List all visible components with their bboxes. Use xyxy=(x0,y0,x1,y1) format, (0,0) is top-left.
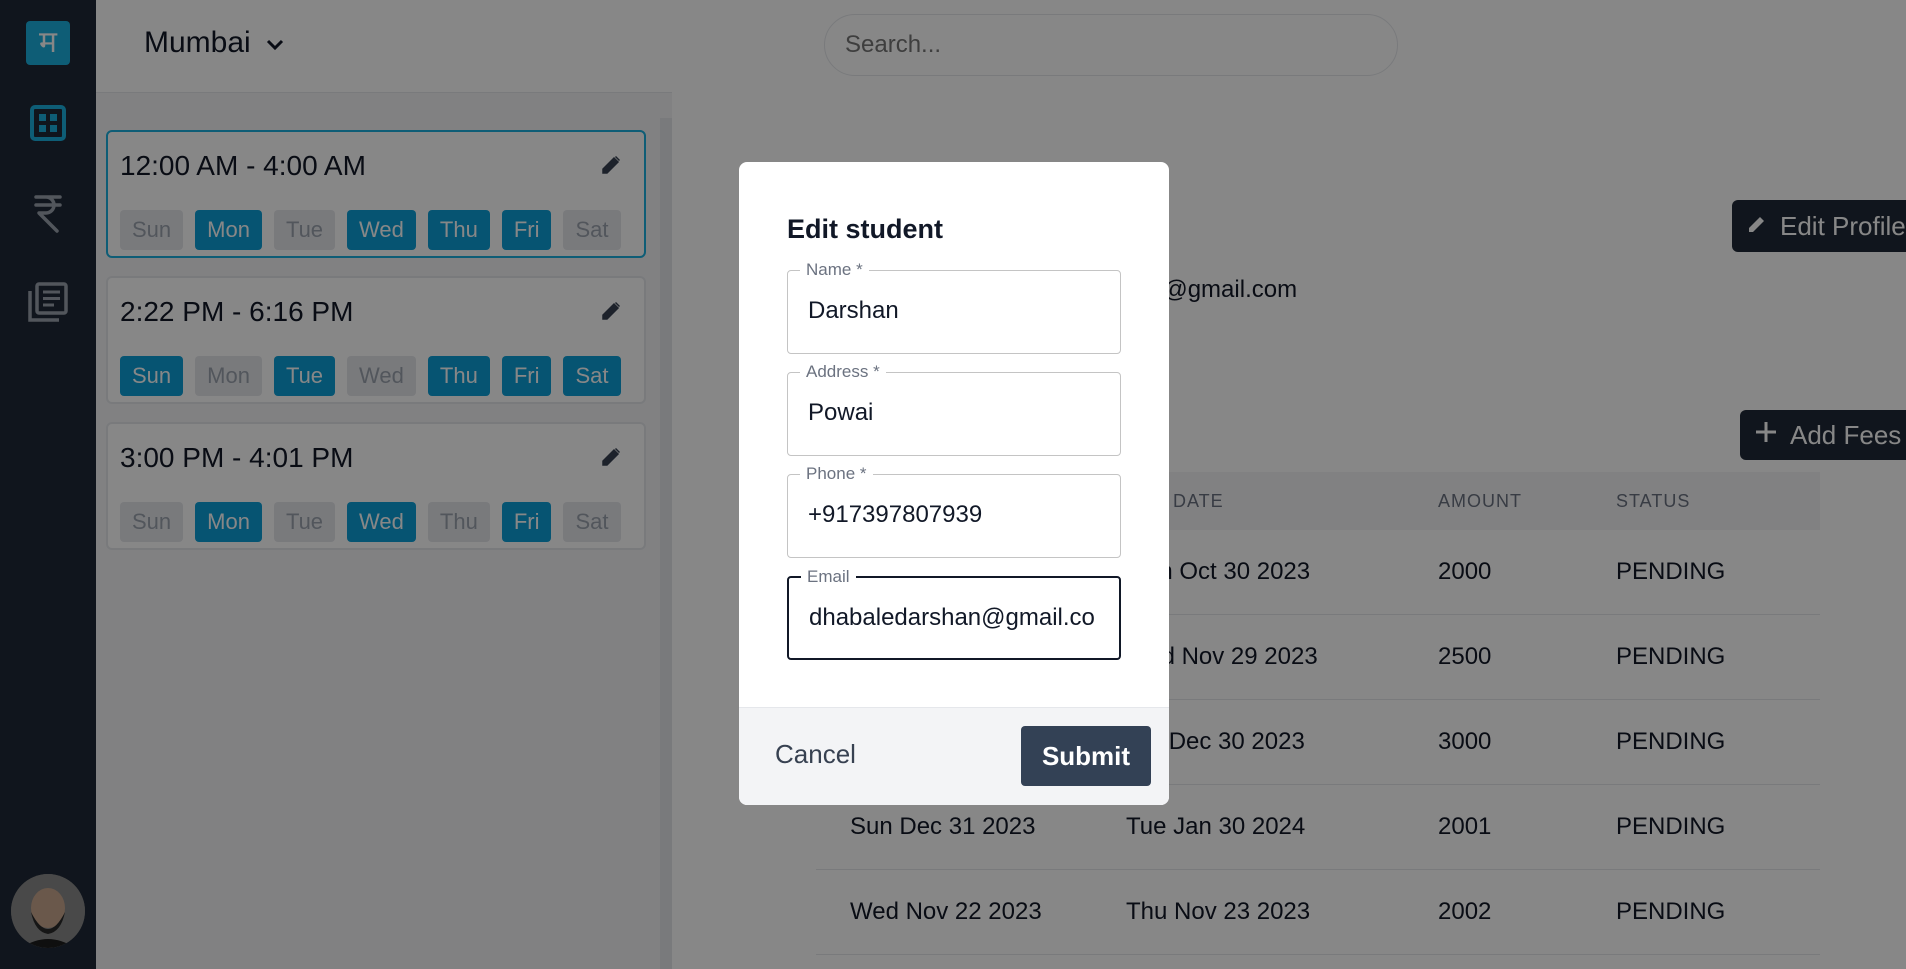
name-label: Name * xyxy=(800,260,869,280)
dialog-title: Edit student xyxy=(787,214,943,244)
dialog-footer: Cancel Submit xyxy=(739,707,1169,805)
email-label: Email xyxy=(801,567,856,587)
address-input[interactable] xyxy=(808,395,1100,431)
submit-button[interactable]: Submit xyxy=(1021,726,1151,786)
name-field[interactable]: Name * xyxy=(787,260,1121,354)
email-input[interactable] xyxy=(809,600,1101,636)
email-field[interactable]: Email xyxy=(787,567,1121,660)
phone-label: Phone * xyxy=(800,464,873,484)
edit-student-dialog: Edit student Name * Address * Phone * Em… xyxy=(739,162,1169,805)
address-label: Address * xyxy=(800,362,886,382)
phone-input[interactable] xyxy=(808,497,1100,533)
cancel-button[interactable]: Cancel xyxy=(769,738,862,771)
phone-field[interactable]: Phone * xyxy=(787,464,1121,558)
name-input[interactable] xyxy=(808,293,1100,329)
address-field[interactable]: Address * xyxy=(787,362,1121,456)
